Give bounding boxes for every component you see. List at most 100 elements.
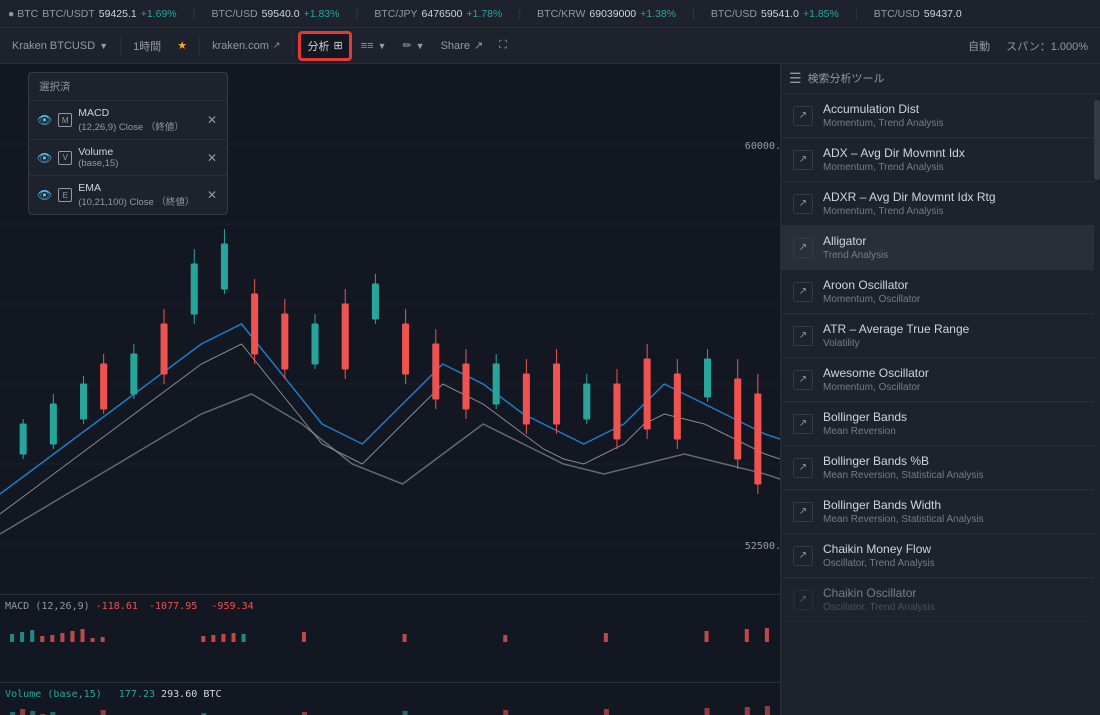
ticker-price-6: 59437.0	[924, 8, 962, 20]
scrollbar-thumb[interactable]	[1094, 100, 1100, 180]
indicators-list: ↗ Accumulation Dist Momentum, Trend Anal…	[781, 94, 1100, 715]
aroon-icon: ↗	[793, 282, 813, 302]
draw-tools-button[interactable]: ✏ ▼	[396, 35, 430, 56]
draw-chevron: ▼	[416, 41, 425, 51]
star-icon: ★	[177, 39, 187, 52]
ticker-pair-2: BTC/USD	[212, 8, 258, 20]
main-toolbar: Kraken BTCUSD ▼ 1時間 ★ kraken.com ↗ 分析 ⊞ …	[0, 28, 1100, 64]
ticker-item-btcusd-3[interactable]: BTC/USD 59437.0	[874, 8, 962, 20]
ticker-change: +1.69%	[141, 8, 177, 20]
ticker-item-btckrw[interactable]: BTC/KRW 69039000 +1.38%	[537, 8, 676, 20]
bb-width-text: Bollinger Bands Width Mean Reversion, St…	[823, 498, 984, 525]
macd-close-button[interactable]: ✕	[205, 113, 219, 127]
span-selector[interactable]: スパン：1.000%	[1000, 34, 1094, 58]
list-item-atr[interactable]: ↗ ATR – Average True Range Volatility	[781, 314, 1100, 358]
bb-width-sub: Mean Reversion, Statistical Analysis	[823, 514, 984, 525]
draw-icon: ✏	[402, 39, 411, 52]
atr-name: ATR – Average True Range	[823, 322, 969, 336]
indicator-row-macd[interactable]: 👁 M MACD (12,26,9) Close （終値） ✕	[29, 101, 227, 140]
cmf-sub: Oscillator, Trend Analysis	[823, 558, 935, 569]
atr-text: ATR – Average True Range Volatility	[823, 322, 969, 349]
chaikin-osc-text: Chaikin Oscillator Oscillator, Trend Ana…	[823, 586, 935, 613]
bb-width-name: Bollinger Bands Width	[823, 498, 984, 512]
ticker-price: 59425.1	[99, 8, 137, 20]
list-item-adx[interactable]: ↗ ADX – Avg Dir Movmnt Idx Momentum, Tre…	[781, 138, 1100, 182]
adx-icon: ↗	[793, 150, 813, 170]
fullscreen-button[interactable]: ⛶	[493, 35, 513, 56]
cmf-text: Chaikin Money Flow Oscillator, Trend Ana…	[823, 542, 935, 569]
share-icon: ↗	[474, 39, 483, 52]
awesome-text: Awesome Oscillator Momentum, Oscillator	[823, 366, 929, 393]
chaikin-osc-icon: ↗	[793, 590, 813, 610]
search-input[interactable]	[808, 73, 1092, 85]
indicator-row-ema[interactable]: 👁 E EMA (10,21,100) Close （終値） ✕	[29, 176, 227, 214]
symbol-label: Kraken BTCUSD	[12, 40, 95, 52]
list-item-bb-width[interactable]: ↗ Bollinger Bands Width Mean Reversion, …	[781, 490, 1100, 534]
aroon-sub: Momentum, Oscillator	[823, 294, 920, 305]
volume-params: (base,15)	[78, 158, 199, 169]
accumulation-dist-icon: ↗	[793, 106, 813, 126]
selected-indicators-popup: 選択済 👁 M MACD (12,26,9) Close （終値） ✕ 👁 V …	[28, 72, 228, 215]
ticker-item-btcusdt[interactable]: ● BTC BTC/USDT 59425.1 +1.69%	[8, 8, 177, 20]
auto-button[interactable]: 自動	[962, 34, 996, 58]
share-button[interactable]: Share ↗	[435, 35, 490, 56]
volume-visibility-icon[interactable]: 👁	[37, 151, 52, 165]
ema-visibility-icon[interactable]: 👁	[37, 188, 52, 202]
list-item-adxr[interactable]: ↗ ADXR – Avg Dir Movmnt Idx Rtg Momentum…	[781, 182, 1100, 226]
ticker-item-btcjpy[interactable]: BTC/JPY 6476500 +1.78%	[374, 8, 502, 20]
svg-text:293.60 BTC: 293.60 BTC	[161, 689, 222, 700]
ticker-item-btcusd-1[interactable]: BTC/USD 59540.0 +1.83%	[212, 8, 340, 20]
bb-pct-icon: ↗	[793, 458, 813, 478]
ticker-price-3: 6476500	[422, 8, 463, 20]
macd-visibility-icon[interactable]: 👁	[37, 113, 52, 127]
favorites-button[interactable]: ★	[171, 35, 193, 56]
atr-sub: Volatility	[823, 338, 969, 349]
main-layout: 60000.0 52500.0 MACD (12,26,9) -118.61 -…	[0, 64, 1100, 715]
volume-name: Volume	[78, 146, 199, 158]
list-item-chaikin-osc[interactable]: ↗ Chaikin Oscillator Oscillator, Trend A…	[781, 578, 1100, 622]
list-item-aroon[interactable]: ↗ Aroon Oscillator Momentum, Oscillator	[781, 270, 1100, 314]
list-item-bb-pct[interactable]: ↗ Bollinger Bands %B Mean Reversion, Sta…	[781, 446, 1100, 490]
cmf-name: Chaikin Money Flow	[823, 542, 935, 556]
adx-text: ADX – Avg Dir Movmnt Idx Momentum, Trend…	[823, 146, 965, 173]
analyze-button[interactable]: 分析 ⊞	[299, 32, 350, 60]
svg-text:-1077.95: -1077.95	[149, 601, 197, 612]
aroon-name: Aroon Oscillator	[823, 278, 920, 292]
list-item-accumulation-dist[interactable]: ↗ Accumulation Dist Momentum, Trend Anal…	[781, 94, 1100, 138]
interval-selector[interactable]: 1時間	[127, 34, 167, 58]
bb-width-icon: ↗	[793, 502, 813, 522]
ticker-item-btcusd-2[interactable]: BTC/USD 59541.0 +1.85%	[711, 8, 839, 20]
bb-pct-sub: Mean Reversion, Statistical Analysis	[823, 470, 984, 481]
ticker-sep-4: |	[692, 8, 695, 20]
website-link[interactable]: kraken.com ↗	[206, 36, 286, 56]
indicator-row-volume[interactable]: 👁 V Volume (base,15) ✕	[29, 140, 227, 176]
list-item-alligator[interactable]: ↗ Alligator Trend Analysis	[781, 226, 1100, 270]
tools-chevron: ▼	[378, 41, 387, 51]
chart-area[interactable]: 60000.0 52500.0 MACD (12,26,9) -118.61 -…	[0, 64, 780, 715]
scrollbar-track[interactable]	[1094, 100, 1100, 715]
alligator-name: Alligator	[823, 234, 888, 248]
svg-text:Volume (base,15): Volume (base,15)	[5, 689, 102, 700]
filter-icon[interactable]: ☰	[789, 70, 802, 87]
adxr-text: ADXR – Avg Dir Movmnt Idx Rtg Momentum, …	[823, 190, 996, 217]
list-item-awesome[interactable]: ↗ Awesome Oscillator Momentum, Oscillato…	[781, 358, 1100, 402]
adxr-name: ADXR – Avg Dir Movmnt Idx Rtg	[823, 190, 996, 204]
interval-label: 1時間	[133, 38, 161, 54]
symbol-selector[interactable]: Kraken BTCUSD ▼	[6, 36, 114, 56]
atr-icon: ↗	[793, 326, 813, 346]
toolbar-sep-2	[199, 36, 200, 56]
ticker-price-5: 59541.0	[761, 8, 799, 20]
indicator-tools-button[interactable]: ≡≡ ▼	[355, 36, 393, 56]
aroon-text: Aroon Oscillator Momentum, Oscillator	[823, 278, 920, 305]
adx-sub: Momentum, Trend Analysis	[823, 162, 965, 173]
ema-close-button[interactable]: ✕	[205, 188, 219, 202]
ticker-bar: ● BTC BTC/USDT 59425.1 +1.69% | BTC/USD …	[0, 0, 1100, 28]
volume-icon-box: V	[58, 151, 72, 165]
list-item-bb[interactable]: ↗ Bollinger Bands Mean Reversion	[781, 402, 1100, 446]
ticker-pair: BTC/USDT	[42, 8, 95, 20]
ticker-change-4: +1.38%	[640, 8, 676, 20]
bb-name: Bollinger Bands	[823, 410, 907, 424]
list-item-cmf[interactable]: ↗ Chaikin Money Flow Oscillator, Trend A…	[781, 534, 1100, 578]
volume-close-button[interactable]: ✕	[205, 151, 219, 165]
svg-text:MACD (12,26,9): MACD (12,26,9)	[5, 601, 90, 612]
